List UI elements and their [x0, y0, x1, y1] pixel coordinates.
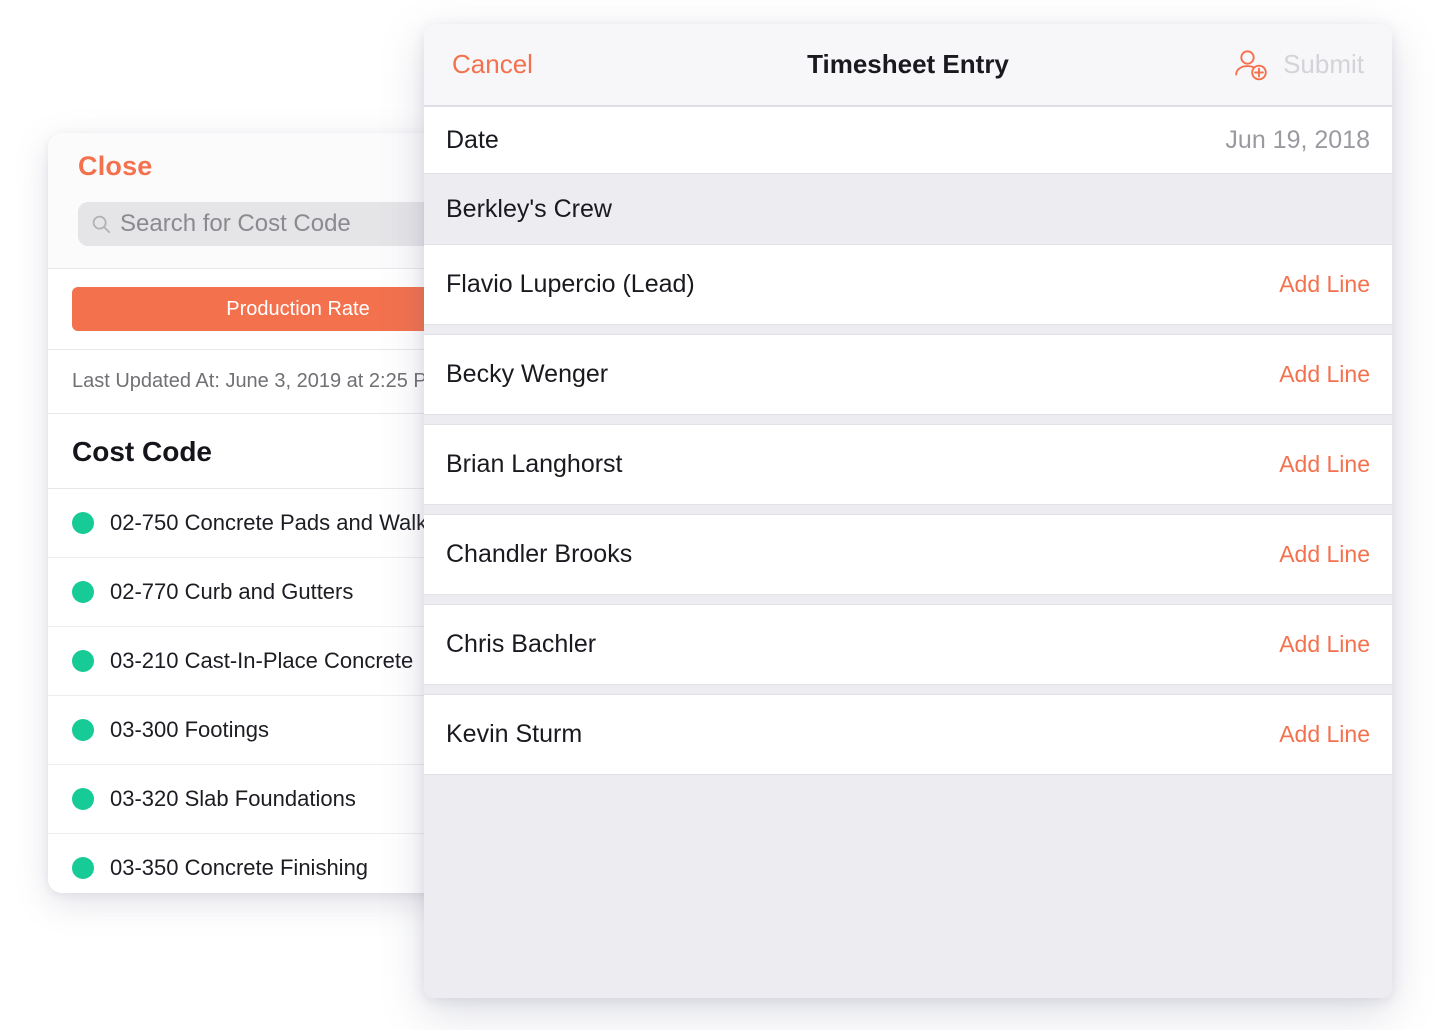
add-line-button[interactable]: Add Line — [1279, 271, 1370, 298]
status-dot-icon — [72, 857, 94, 879]
cost-code-label: 02-770 Curb and Gutters — [110, 579, 354, 604]
status-dot-icon — [72, 512, 94, 534]
empty-list-area — [424, 784, 1392, 998]
cost-code-label: 03-300 Footings — [110, 717, 269, 742]
timesheet-body: Date Jun 19, 2018 Berkley's Crew Flavio … — [424, 106, 1392, 998]
person-name: Becky Wenger — [446, 360, 609, 388]
table-row[interactable]: Chris Bachler Add Line — [424, 604, 1392, 685]
table-row[interactable]: Becky Wenger Add Line — [424, 334, 1392, 415]
cost-code-label: 03-320 Slab Foundations — [110, 786, 356, 811]
date-row[interactable]: Date Jun 19, 2018 — [424, 106, 1392, 174]
status-dot-icon — [72, 719, 94, 741]
table-row[interactable]: Kevin Sturm Add Line — [424, 694, 1392, 775]
person-name: Brian Langhorst — [446, 450, 623, 478]
status-dot-icon — [72, 650, 94, 672]
table-row[interactable]: Flavio Lupercio (Lead) Add Line — [424, 244, 1392, 325]
add-line-button[interactable]: Add Line — [1279, 541, 1370, 568]
cost-code-label: 03-350 Concrete Finishing — [110, 855, 369, 880]
add-line-button[interactable]: Add Line — [1279, 721, 1370, 748]
date-label: Date — [446, 125, 499, 154]
search-icon — [92, 215, 111, 234]
timesheet-entry-panel: Cancel Timesheet Entry Submit Date Jun 1… — [424, 24, 1392, 998]
app-stage: Close Production Rate Last Updated At: J… — [0, 0, 1440, 1030]
crew-section-header: Berkley's Crew — [424, 174, 1392, 244]
status-dot-icon — [72, 581, 94, 603]
person-name: Kevin Sturm — [446, 720, 583, 748]
timesheet-navbar: Cancel Timesheet Entry Submit — [424, 24, 1392, 106]
person-name: Chandler Brooks — [446, 540, 633, 568]
person-name: Flavio Lupercio (Lead) — [446, 270, 695, 298]
add-line-button[interactable]: Add Line — [1279, 361, 1370, 388]
add-line-button[interactable]: Add Line — [1279, 451, 1370, 478]
navbar-right-actions: Submit — [1233, 47, 1364, 83]
add-line-button[interactable]: Add Line — [1279, 631, 1370, 658]
cost-code-label: 03-210 Cast-In-Place Concrete — [110, 648, 414, 673]
date-value: Jun 19, 2018 — [1225, 125, 1370, 154]
add-person-icon[interactable] — [1233, 47, 1269, 83]
table-row[interactable]: Brian Langhorst Add Line — [424, 424, 1392, 505]
cancel-button[interactable]: Cancel — [452, 49, 533, 80]
person-name: Chris Bachler — [446, 630, 597, 658]
cost-code-label: 02-750 Concrete Pads and Walks — [110, 510, 439, 535]
table-row[interactable]: Chandler Brooks Add Line — [424, 514, 1392, 595]
status-dot-icon — [72, 788, 94, 810]
close-button[interactable]: Close — [78, 151, 153, 182]
submit-button[interactable]: Submit — [1283, 49, 1364, 80]
